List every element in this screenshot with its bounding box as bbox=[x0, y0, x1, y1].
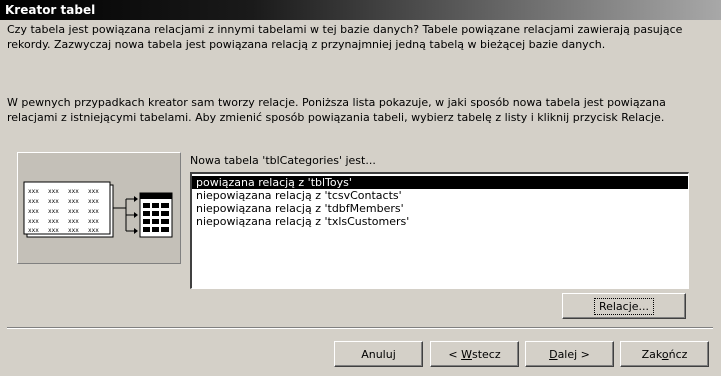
cell-text: xxx bbox=[88, 218, 99, 225]
cancel-button-label: Anuluj bbox=[361, 347, 396, 361]
list-item[interactable]: niepowiązana relacją z 'tcsvContacts' bbox=[192, 189, 688, 202]
cell-text: xxx bbox=[48, 218, 59, 225]
finish-mnemonic: o bbox=[661, 347, 669, 361]
finish-button[interactable]: Zakończ bbox=[620, 341, 709, 367]
cell-text: xxx bbox=[68, 208, 79, 215]
cell-text: xxx bbox=[48, 198, 59, 205]
window-title: Kreator tabel bbox=[0, 0, 721, 20]
finish-rest: ńcz bbox=[668, 347, 688, 361]
cell-text: xxx bbox=[88, 198, 99, 205]
finish-pre: Zak bbox=[641, 347, 662, 361]
finish-button-label: Zakończ bbox=[642, 348, 688, 361]
next-mnemonic: D bbox=[549, 347, 558, 361]
cell-text: xxx bbox=[28, 227, 39, 234]
list-item[interactable]: niepowiązana relacją z 'txlsCustomers' bbox=[192, 215, 688, 228]
cell-text: xxx bbox=[88, 188, 99, 195]
cell-text: xxx bbox=[68, 218, 79, 225]
cell-text: xxx bbox=[68, 227, 79, 234]
separator bbox=[7, 327, 713, 329]
relations-button-label: Relacje... bbox=[593, 297, 655, 315]
back-mnemonic: W bbox=[461, 347, 472, 361]
cell-text: xxx bbox=[48, 188, 59, 195]
cell-text: xxx bbox=[68, 188, 79, 195]
relations-button[interactable]: Relacje... bbox=[562, 293, 686, 319]
cell-text: xxx bbox=[28, 208, 39, 215]
cell-text: xxx bbox=[68, 198, 79, 205]
cell-text: xxx bbox=[28, 188, 39, 195]
intro-text: Czy tabela jest powiązana relacjami z in… bbox=[7, 23, 683, 51]
table-relationship-icon: xxx xxx xxx xxx xxx xxx xxx xxx xxx xxx … bbox=[17, 152, 181, 264]
cell-text: xxx bbox=[48, 227, 59, 234]
next-rest: alej > bbox=[557, 347, 590, 361]
back-button[interactable]: < Wstecz bbox=[430, 341, 519, 367]
back-prefix: < bbox=[448, 347, 462, 361]
cell-text: xxx bbox=[28, 198, 39, 205]
list-label: Nowa tabela 'tblCategories' jest... bbox=[190, 154, 376, 167]
back-button-label: < Wstecz bbox=[448, 348, 500, 361]
cell-text: xxx bbox=[48, 208, 59, 215]
next-button[interactable]: Dalej > bbox=[525, 341, 614, 367]
cell-text: xxx bbox=[88, 227, 99, 234]
cell-text: xxx bbox=[28, 218, 39, 225]
list-item[interactable]: niepowiązana relacją z 'tdbfMembers' bbox=[192, 202, 688, 215]
relationship-illustration: xxx xxx xxx xxx xxx xxx xxx xxx xxx xxx … bbox=[23, 181, 173, 238]
cancel-button[interactable]: Anuluj bbox=[334, 341, 423, 367]
cell-text: xxx bbox=[88, 208, 99, 215]
relationships-listbox[interactable]: powiązana relacją z 'tblToys' niepowiąza… bbox=[190, 172, 689, 289]
next-button-label: Dalej > bbox=[549, 348, 590, 361]
list-item[interactable]: powiązana relacją z 'tblToys' bbox=[192, 176, 688, 189]
back-rest: stecz bbox=[471, 347, 501, 361]
explanation-text: W pewnych przypadkach kreator sam tworzy… bbox=[7, 96, 666, 124]
